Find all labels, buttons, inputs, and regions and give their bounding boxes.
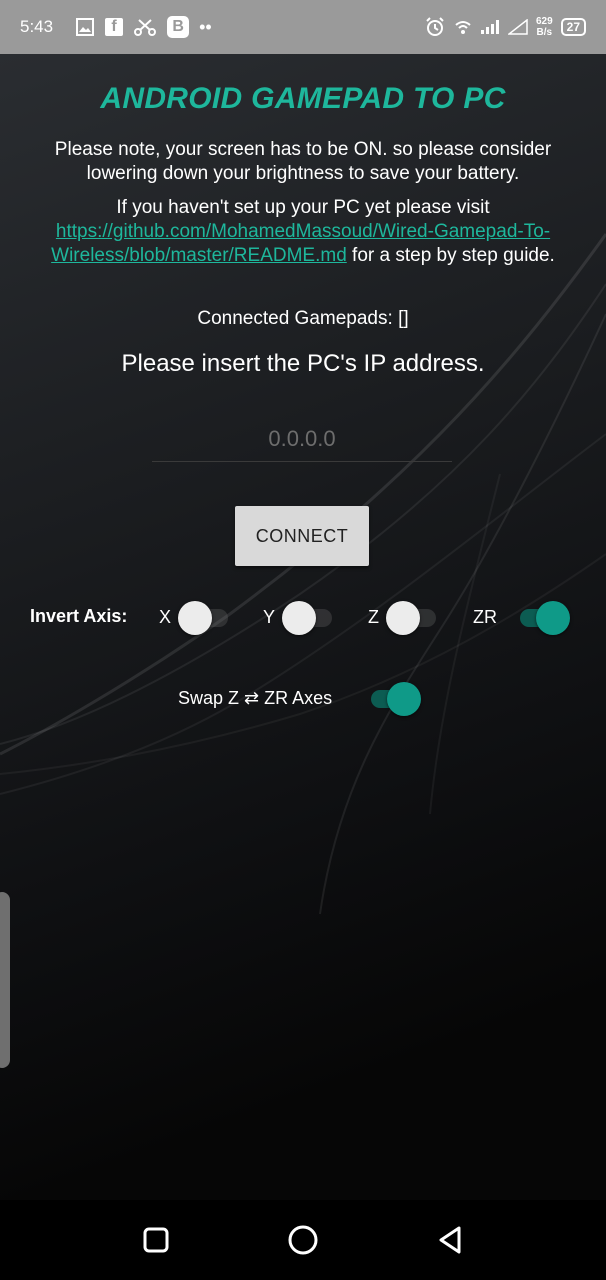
app-title: ANDROID GAMEPAD TO PC	[100, 82, 506, 115]
invert-axis-label: Invert Axis:	[30, 606, 128, 626]
home-button[interactable]	[285, 1222, 321, 1258]
connected-gamepads-label: Connected Gamepads:	[197, 308, 393, 329]
invert-x-switch[interactable]	[178, 599, 234, 635]
switch-thumb	[536, 601, 570, 635]
navigation-bar	[0, 1200, 606, 1280]
battery-level: 27	[566, 20, 580, 34]
status-bar: 5:43 f B •• 629 B/s 27	[0, 0, 606, 54]
screen-note: Please note, your screen has to be ON. s…	[54, 139, 552, 184]
invert-y-switch[interactable]	[282, 599, 338, 635]
switch-thumb	[386, 601, 420, 635]
net-speed: 629 B/s	[536, 16, 553, 38]
axis-z-label: Z	[368, 607, 379, 627]
alarm-icon	[424, 16, 446, 38]
status-right: 629 B/s 27	[424, 16, 586, 38]
recent-apps-button[interactable]	[138, 1222, 174, 1258]
setup-instructions: If you haven't set up your PC yet please…	[36, 196, 570, 268]
back-button[interactable]	[432, 1222, 468, 1258]
switch-thumb	[178, 601, 212, 635]
scissors-icon	[133, 17, 157, 37]
signal-icon	[480, 19, 500, 35]
signal-empty-icon	[507, 19, 528, 35]
ip-address-input[interactable]	[152, 416, 452, 462]
setup-prefix: If you haven't set up your PC yet please…	[116, 197, 490, 218]
recent-apps-icon	[143, 1227, 169, 1253]
edge-panel-handle[interactable]	[0, 892, 10, 1068]
battery-icon: 27	[560, 18, 586, 36]
net-speed-value: 629	[535, 16, 553, 27]
back-icon	[439, 1226, 461, 1254]
facebook-icon: f	[105, 18, 124, 36]
connected-gamepads: Connected Gamepads: []	[0, 308, 606, 330]
axis-y-label: Y	[263, 607, 276, 627]
connected-gamepads-value: []	[398, 308, 409, 329]
swap-axes-label: Swap Z ⇄ ZR Axes	[178, 688, 333, 708]
connect-button[interactable]: CONNECT	[235, 506, 369, 566]
image-icon	[75, 17, 95, 37]
b-app-icon: B	[167, 16, 190, 38]
setup-suffix: for a step by step guide.	[352, 245, 555, 266]
ip-prompt: Please insert the PC's IP address.	[121, 350, 485, 377]
switch-thumb	[387, 682, 421, 716]
swap-axes-switch[interactable]	[365, 680, 421, 716]
status-left: 5:43 f B ••	[20, 16, 212, 38]
main-screen: ANDROID GAMEPAD TO PC Please note, your …	[0, 54, 606, 1200]
axis-x-label: X	[159, 607, 172, 627]
status-time: 5:43	[20, 17, 54, 36]
more-dots-icon: ••	[199, 17, 212, 37]
home-icon	[288, 1225, 318, 1255]
axis-zr-label: ZR	[473, 607, 497, 627]
net-speed-unit: B/s	[536, 27, 553, 38]
switch-thumb	[282, 601, 316, 635]
wifi-icon	[454, 19, 472, 35]
invert-zr-switch[interactable]	[514, 599, 570, 635]
invert-z-switch[interactable]	[386, 599, 442, 635]
